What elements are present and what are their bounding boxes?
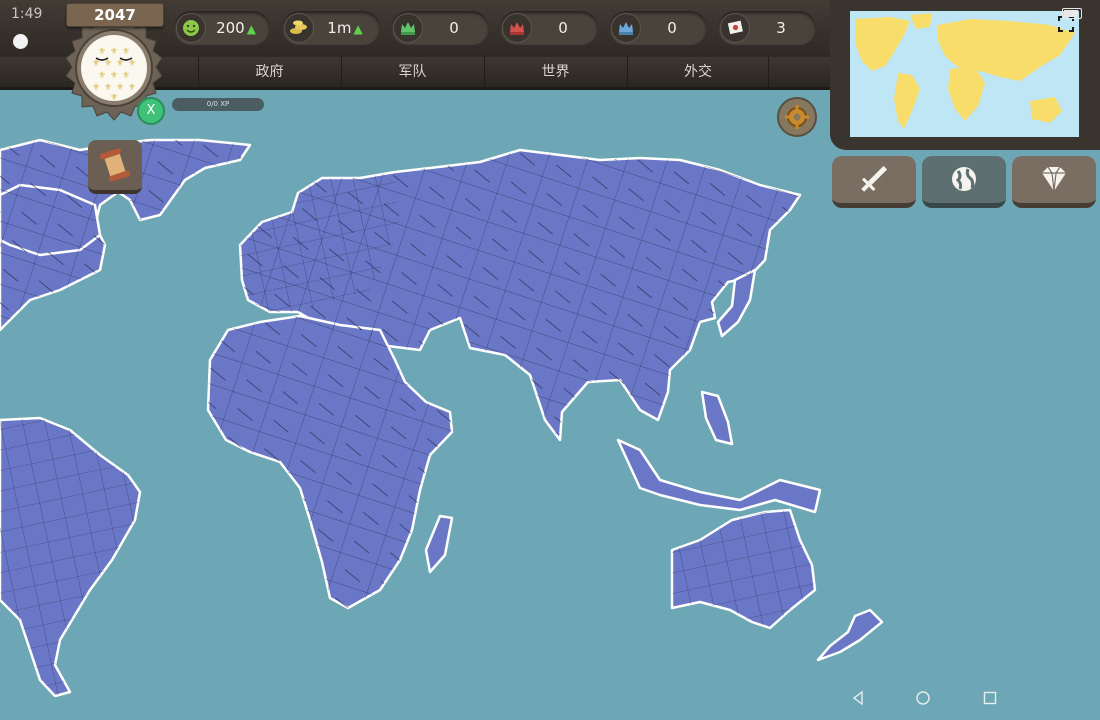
sword-icon [861, 165, 888, 192]
red-crown-icon [502, 13, 532, 43]
globe-icon [952, 167, 976, 191]
blue-crown-icon [611, 13, 641, 43]
diamond-icon [1042, 166, 1066, 192]
premium-button[interactable] [1012, 156, 1096, 208]
gear-icon [785, 105, 809, 129]
resource-blue-crown-value: 0 [667, 19, 677, 37]
resource-flags[interactable]: 3 [718, 11, 816, 45]
smiley-icon [176, 13, 206, 43]
svg-text:⚜: ⚜ [92, 59, 100, 69]
resource-red-crown[interactable]: 0 [500, 11, 598, 45]
coins-icon [284, 13, 314, 43]
svg-text:⚜: ⚜ [110, 71, 118, 81]
resource-happiness-value: 200 [216, 19, 245, 37]
status-indicator-dot [13, 34, 28, 49]
world-button[interactable] [922, 156, 1006, 208]
svg-text:⚜: ⚜ [116, 83, 124, 93]
resource-green-crown-value: 0 [449, 19, 459, 37]
resource-money[interactable]: 1m ▲ [282, 11, 380, 45]
flag-icon [720, 13, 750, 43]
svg-text:⚜: ⚜ [110, 93, 118, 103]
resource-green-crown[interactable]: 0 [391, 11, 489, 45]
svg-text:⚜: ⚜ [92, 83, 100, 93]
war-button[interactable] [832, 156, 916, 208]
south-america-land[interactable] [0, 416, 142, 698]
svg-text:⚜: ⚜ [98, 47, 106, 57]
battery-icon [1062, 8, 1082, 19]
svg-text:⚜: ⚜ [116, 59, 124, 69]
minimap[interactable] [850, 11, 1079, 137]
svg-text:⚜: ⚜ [110, 47, 118, 57]
new-zealand-land[interactable] [816, 608, 884, 662]
svg-text:⚜: ⚜ [122, 71, 130, 81]
events-scroll-button[interactable] [88, 140, 142, 194]
africa-land[interactable] [206, 314, 454, 610]
tab-diplomacy[interactable]: 外交 [627, 57, 769, 87]
resource-blue-crown[interactable]: 0 [609, 11, 707, 45]
trend-up-icon: ▲ [246, 22, 256, 36]
resource-flags-value: 3 [776, 19, 786, 37]
svg-text:⚜: ⚜ [128, 83, 136, 93]
scroll-icon [99, 148, 131, 182]
nav-recents-icon[interactable] [982, 690, 998, 706]
svg-text:⚜: ⚜ [104, 59, 112, 69]
resource-money-value: 1m [327, 19, 352, 37]
tab-world[interactable]: 世界 [484, 57, 626, 87]
svg-text:⚜: ⚜ [128, 59, 136, 69]
resource-red-crown-value: 0 [558, 19, 568, 37]
philippines-land[interactable] [700, 390, 734, 446]
svg-text:⚜: ⚜ [104, 83, 112, 93]
tab-military[interactable]: 军队 [341, 57, 483, 87]
status-clock: 1:49 [11, 6, 43, 22]
settings-gear-button[interactable] [777, 97, 817, 137]
svg-text:⚜: ⚜ [122, 47, 130, 57]
australia-land[interactable] [670, 508, 817, 630]
tab-government[interactable]: 政府 [198, 57, 340, 87]
xp-progress-bar: 0/0 XP [172, 98, 264, 111]
player-badge[interactable]: X [137, 97, 165, 125]
trend-up-icon: ▲ [353, 22, 363, 36]
resource-happiness[interactable]: 200 ▲ [174, 11, 270, 45]
green-crown-icon [393, 13, 423, 43]
svg-text:⚜: ⚜ [98, 71, 106, 81]
year-banner: 2047 [66, 3, 164, 27]
madagascar-land[interactable] [424, 514, 454, 574]
nav-back-icon[interactable] [850, 690, 866, 706]
indonesia-land[interactable] [616, 438, 822, 514]
nav-home-icon[interactable] [915, 690, 931, 706]
